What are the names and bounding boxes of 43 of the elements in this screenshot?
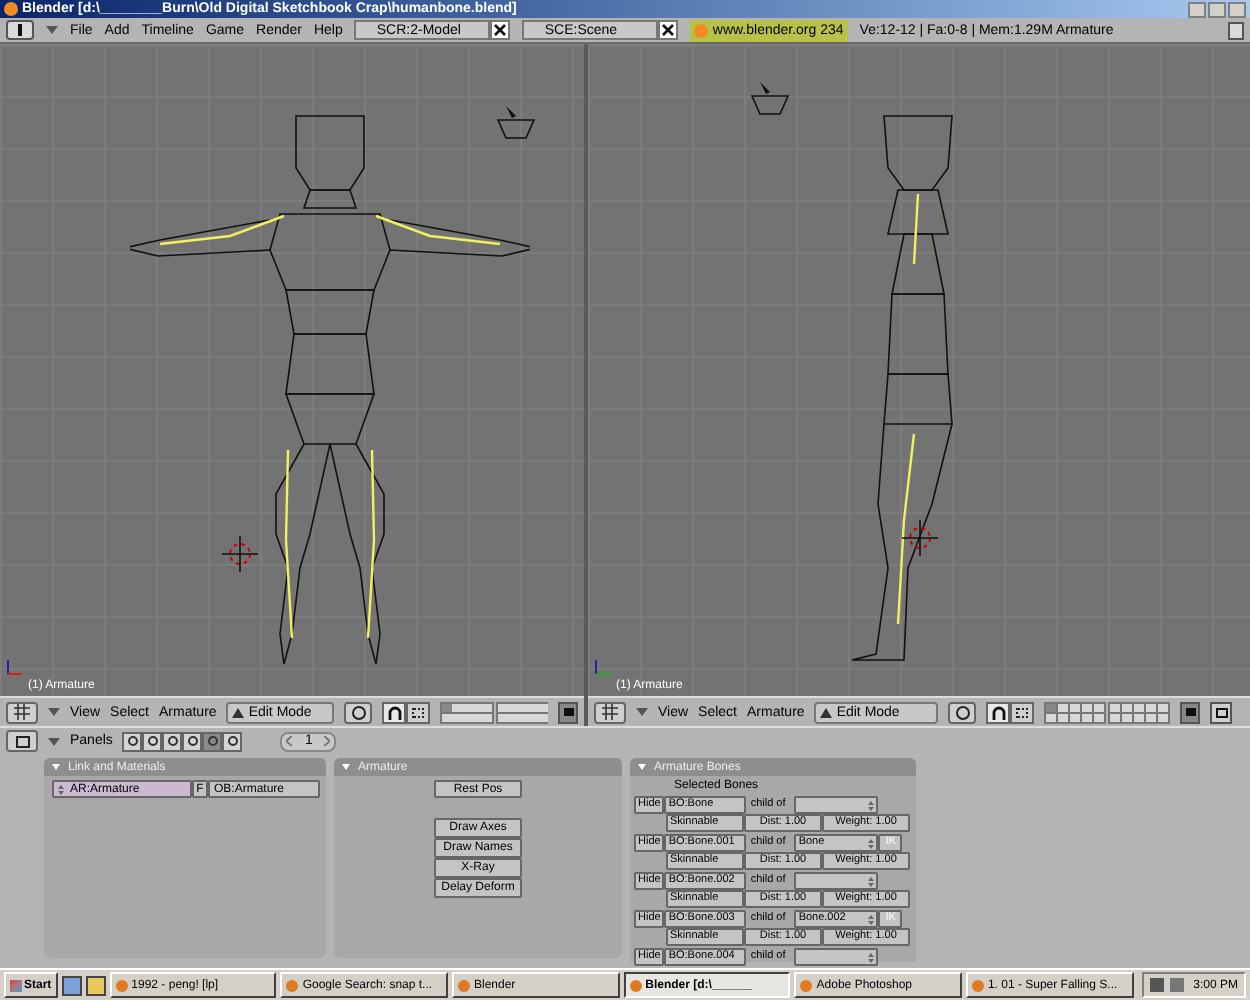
axis-gizmo-icon — [4, 656, 28, 676]
parent-dropdown[interactable] — [794, 872, 879, 890]
image-icon[interactable] — [1210, 701, 1233, 723]
3d-cursor-icon — [222, 536, 258, 572]
collapse-triangle-icon — [48, 708, 60, 716]
grid-icon[interactable] — [6, 701, 38, 723]
context-icon[interactable] — [122, 731, 143, 751]
collapse-triangle-icon — [48, 737, 60, 745]
context-icon[interactable] — [142, 731, 163, 751]
up-down-arrows-icon — [58, 783, 64, 795]
up-down-arrows-icon — [868, 799, 875, 811]
collapse-triangle-icon — [636, 708, 648, 716]
grid-icon[interactable] — [594, 701, 626, 723]
layer-buttons[interactable] — [1044, 701, 1171, 723]
up-down-arrows-icon — [868, 951, 875, 963]
magnet-icon[interactable] — [986, 701, 1011, 723]
parent-dropdown[interactable] — [794, 796, 879, 814]
minimize-icon[interactable] — [1188, 1, 1206, 17]
dotted-grid-icon[interactable] — [1010, 701, 1035, 723]
context-icon[interactable] — [202, 731, 223, 751]
context-icon[interactable] — [222, 731, 243, 751]
info-icon[interactable] — [6, 20, 34, 40]
window-type-icon[interactable] — [1228, 21, 1244, 39]
context-icon[interactable] — [162, 731, 183, 751]
up-down-arrows-icon — [868, 875, 875, 887]
camera-icon — [494, 104, 538, 140]
blender-logo-icon — [694, 23, 709, 37]
close-icon[interactable] — [658, 20, 679, 40]
up-down-arrows-icon — [868, 837, 875, 849]
axis-gizmo-icon — [592, 656, 616, 676]
layer-buttons[interactable] — [440, 701, 548, 723]
camera-icon — [748, 80, 792, 116]
context-icon[interactable] — [182, 731, 203, 751]
blender-logo-icon — [4, 2, 18, 16]
collapse-triangle-icon — [46, 26, 58, 34]
up-down-arrows-icon — [868, 913, 875, 925]
window-type-icon[interactable] — [6, 730, 38, 752]
3d-cursor-icon — [902, 520, 938, 556]
dotted-grid-icon[interactable] — [406, 701, 431, 723]
close-icon[interactable] — [490, 20, 511, 40]
parent-dropdown[interactable] — [794, 948, 879, 966]
magnet-icon[interactable] — [382, 701, 407, 723]
maximize-icon[interactable] — [1208, 1, 1226, 17]
